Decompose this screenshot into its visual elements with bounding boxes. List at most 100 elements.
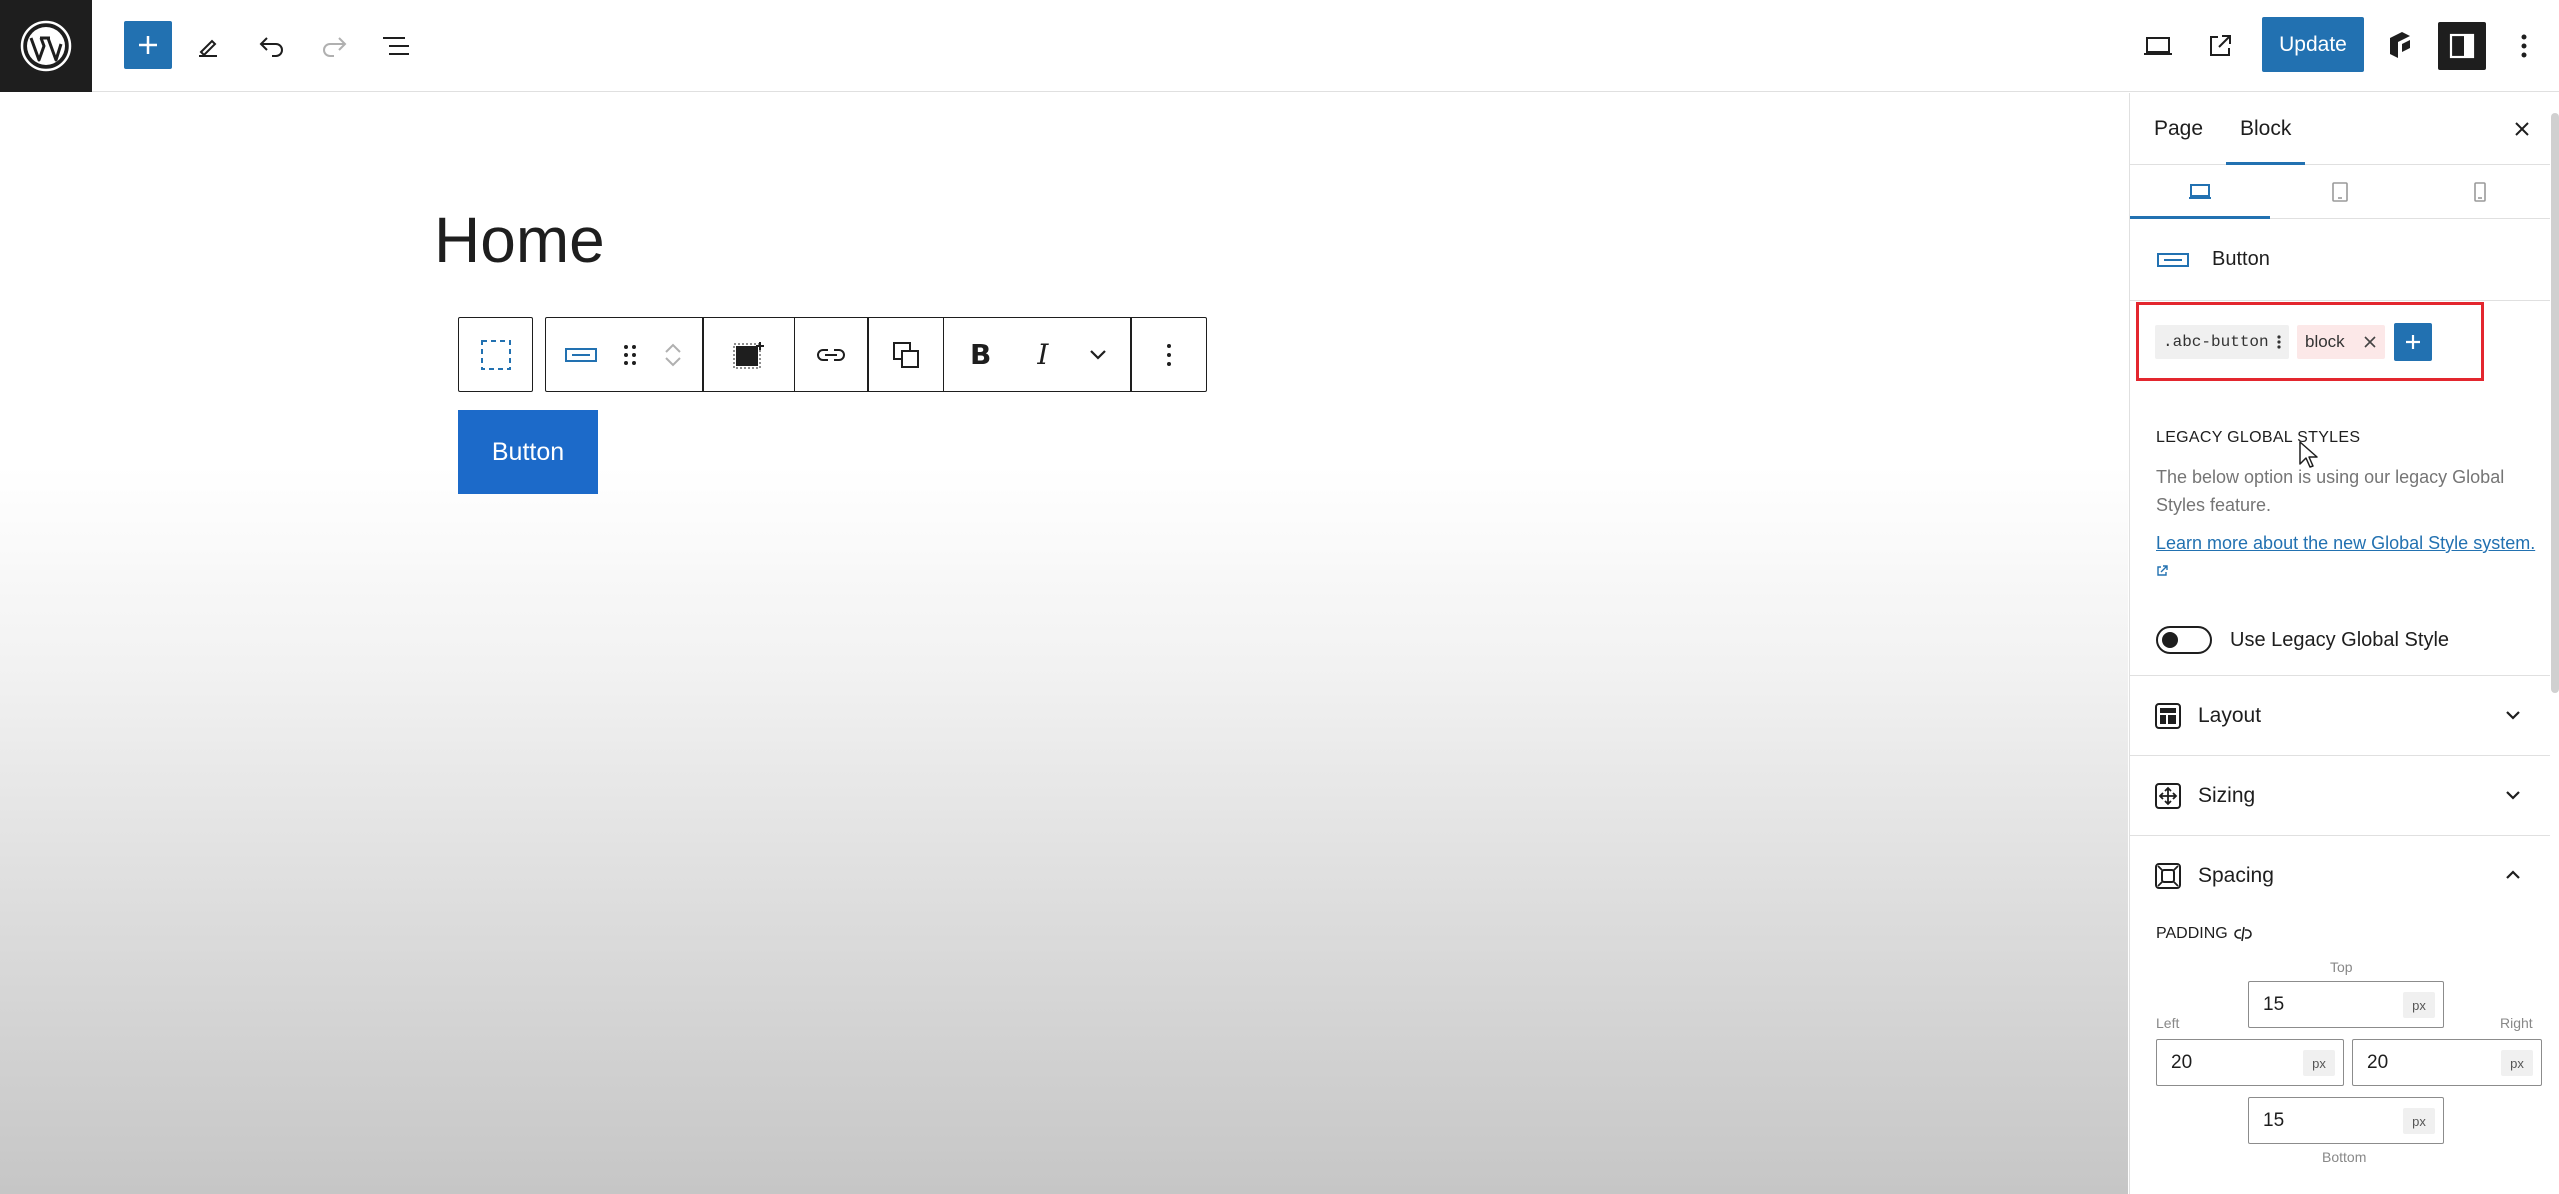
more-vertical-icon	[1166, 343, 1171, 366]
padding-right-label: Right	[2500, 1015, 2533, 1031]
chevron-down-icon	[2506, 711, 2520, 720]
external-link-icon	[2157, 565, 2168, 576]
select-parent-block-button[interactable]	[458, 317, 533, 392]
class-chip-abc-button[interactable]: .abc-button	[2155, 325, 2289, 359]
link-button[interactable]	[795, 318, 867, 391]
button-block[interactable]: Button	[458, 410, 598, 494]
sidebar-icon	[2449, 33, 2475, 59]
wordpress-logo-icon[interactable]	[0, 0, 92, 92]
editor-canvas[interactable]: Home B I Button	[0, 93, 2128, 1194]
redo-button[interactable]	[310, 22, 358, 70]
chevron-down-icon	[2506, 791, 2520, 800]
undo-button[interactable]	[248, 22, 296, 70]
close-icon[interactable]	[2363, 335, 2377, 349]
legacy-style-toggle-row: Use Legacy Global Style	[2156, 623, 2449, 657]
more-vertical-icon[interactable]	[2277, 334, 2281, 350]
padding-right-value: 20	[2367, 1052, 2389, 1073]
desktop-icon	[2189, 184, 2211, 199]
list-view-icon	[383, 37, 409, 55]
padding-left-unit[interactable]: px	[2303, 1050, 2335, 1076]
mobile-icon	[2474, 182, 2486, 202]
block-type-button[interactable]	[546, 318, 616, 391]
desktop-icon	[2144, 37, 2172, 55]
add-class-button[interactable]	[2394, 323, 2432, 361]
padding-bottom-value: 15	[2263, 1110, 2285, 1131]
view-page-button[interactable]	[2196, 22, 2244, 70]
tab-block[interactable]: Block	[2226, 93, 2306, 165]
close-icon	[2515, 122, 2529, 136]
chevron-down-icon	[1090, 349, 1107, 360]
duplicate-button[interactable]	[869, 318, 943, 391]
sidebar-tabs: Page Block	[2130, 93, 2550, 165]
more-vertical-icon	[2521, 34, 2527, 58]
padding-right-unit[interactable]: px	[2501, 1050, 2533, 1076]
close-sidebar-button[interactable]	[2500, 107, 2544, 151]
padding-left-input[interactable]: 20 px	[2156, 1039, 2344, 1086]
device-tablet-button[interactable]	[2270, 165, 2410, 219]
padding-left-label: Left	[2156, 1015, 2180, 1031]
drag-handle-icon	[624, 344, 636, 365]
plugin-button[interactable]	[2376, 22, 2424, 70]
padding-right-input[interactable]: 20 px	[2352, 1039, 2542, 1086]
device-desktop-button[interactable]	[2130, 165, 2270, 219]
block-inserter-button[interactable]	[124, 21, 172, 69]
page-title[interactable]: Home	[434, 203, 605, 277]
italic-button[interactable]: I	[1015, 318, 1074, 391]
preview-button[interactable]	[2134, 22, 2182, 70]
mouse-cursor-icon	[2299, 441, 2318, 468]
legacy-global-styles-heading: LEGACY GLOBAL STYLES	[2156, 429, 2361, 446]
padding-top-value: 15	[2263, 994, 2285, 1015]
link-icon	[817, 348, 845, 361]
class-selector-highlight: .abc-button block	[2136, 302, 2484, 381]
padding-top-input[interactable]: 15 px	[2248, 981, 2444, 1028]
panel-layout-title: Layout	[2198, 703, 2262, 727]
duplicate-icon	[892, 341, 919, 368]
device-switcher	[2130, 165, 2550, 219]
panel-spacing-title: Spacing	[2198, 863, 2274, 887]
layout-icon	[2155, 702, 2181, 729]
chevron-down-icon[interactable]	[662, 355, 684, 369]
edit-tools-button[interactable]	[184, 22, 232, 70]
legacy-global-styles-description: The below option is using our legacy Glo…	[2156, 467, 2505, 515]
block-toolbar-main: B I	[545, 317, 1207, 392]
legacy-style-toggle-label: Use Legacy Global Style	[2230, 628, 2450, 651]
block-options-button[interactable]	[1132, 318, 1206, 391]
bold-button[interactable]: B	[944, 318, 1015, 391]
panel-spacing[interactable]: Spacing	[2130, 835, 2550, 915]
legacy-style-toggle[interactable]	[2156, 626, 2212, 654]
global-style-learn-more-text: Learn more about the new Global Style sy…	[2156, 533, 2536, 553]
settings-sidebar-toggle[interactable]	[2438, 22, 2486, 70]
move-buttons	[644, 318, 702, 391]
block-styles-icon	[733, 341, 764, 368]
undo-icon	[259, 37, 283, 57]
padding-top-unit[interactable]: px	[2403, 992, 2435, 1018]
panel-layout[interactable]: Layout	[2130, 675, 2550, 755]
panel-sizing[interactable]: Sizing	[2130, 755, 2550, 835]
device-mobile-button[interactable]	[2410, 165, 2550, 219]
class-chip-block[interactable]: block	[2297, 325, 2385, 359]
block-card-title: Button	[2212, 248, 2270, 270]
padding-heading-label: PADDING	[2156, 925, 2228, 942]
padding-left-value: 20	[2171, 1052, 2193, 1073]
padding-bottom-unit[interactable]: px	[2403, 1108, 2435, 1134]
padding-top-label: Top	[2330, 959, 2353, 975]
padding-bottom-input[interactable]: 15 px	[2248, 1097, 2444, 1144]
padding-heading: PADDING	[2156, 925, 2252, 943]
chevron-up-icon[interactable]	[662, 341, 684, 355]
unlink-icon[interactable]	[2233, 925, 2252, 943]
global-style-learn-more-link[interactable]: Learn more about the new Global Style sy…	[2156, 529, 2536, 585]
settings-sidebar: Page Block Button .abc-button block LEGA…	[2129, 93, 2559, 1194]
block-settings-button[interactable]	[704, 318, 794, 391]
button-block-icon	[565, 347, 597, 362]
options-menu-button[interactable]	[2500, 22, 2548, 70]
more-formatting-button[interactable]	[1074, 318, 1130, 391]
document-overview-button[interactable]	[372, 22, 420, 70]
sidebar-scrollbar[interactable]	[2551, 113, 2559, 693]
external-link-icon	[2210, 35, 2231, 56]
update-button[interactable]: Update	[2262, 17, 2364, 72]
buttons-parent-icon	[480, 339, 511, 370]
class-chip-label: .abc-button	[2163, 333, 2269, 351]
tab-page[interactable]: Page	[2154, 93, 2203, 165]
tablet-icon	[2332, 182, 2348, 202]
drag-handle[interactable]	[616, 318, 644, 391]
